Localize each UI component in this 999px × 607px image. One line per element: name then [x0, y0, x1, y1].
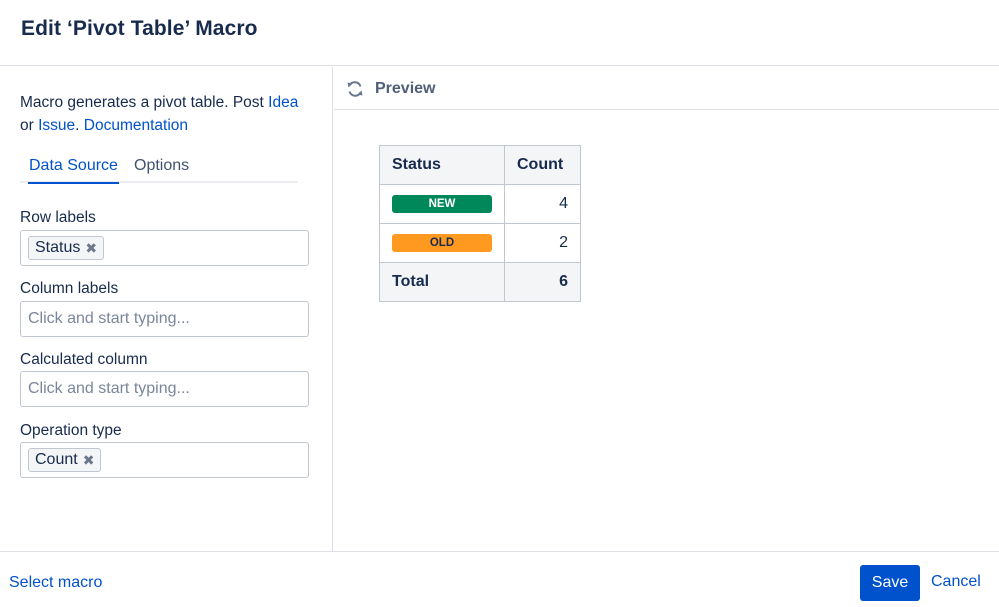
- column-labels-field: [20, 301, 309, 337]
- refresh-icon[interactable]: [345, 79, 365, 99]
- operation-type-field[interactable]: Count ✖: [20, 442, 309, 478]
- idea-link[interactable]: Idea: [268, 94, 298, 111]
- column-header-status: Status: [379, 145, 505, 185]
- dialog-title: Edit ‘Pivot Table’ Macro: [21, 17, 258, 40]
- status-lozenge-new: NEW: [392, 195, 492, 213]
- chip-label: Count: [35, 451, 78, 468]
- tab-options[interactable]: Options: [134, 157, 189, 181]
- close-icon[interactable]: ✖: [83, 449, 95, 471]
- status-cell: OLD: [379, 223, 505, 263]
- description-period: .: [75, 117, 80, 134]
- table-row: NEW 4: [379, 184, 581, 224]
- row-labels-label: Row labels: [20, 209, 96, 226]
- config-tabs: Data Source Options: [20, 155, 298, 184]
- cancel-button[interactable]: Cancel: [931, 573, 981, 591]
- count-cell: 2: [504, 223, 581, 263]
- preview-title: Preview: [375, 80, 436, 97]
- status-lozenge-old: OLD: [392, 234, 492, 252]
- table-row: OLD 2: [379, 223, 581, 263]
- dialog-header: Edit ‘Pivot Table’ Macro: [0, 0, 999, 66]
- count-cell: 4: [504, 184, 581, 224]
- table-total-row: Total 6: [379, 262, 581, 302]
- row-labels-field[interactable]: Status ✖: [20, 230, 309, 266]
- operation-type-chip: Count ✖: [28, 448, 102, 472]
- calculated-column-input[interactable]: [28, 378, 298, 400]
- column-labels-label: Column labels: [20, 280, 119, 297]
- issue-link[interactable]: Issue: [38, 117, 75, 134]
- macro-description: Macro generates a pivot table. Post Idea…: [20, 91, 320, 137]
- description-or: or: [20, 117, 39, 134]
- save-button[interactable]: Save: [860, 565, 920, 601]
- calculated-column-field: [20, 371, 309, 407]
- column-header-count: Count: [504, 145, 581, 185]
- pivot-table: Status Count NEW 4 OLD 2 Total 6: [379, 145, 581, 302]
- total-label: Total: [379, 262, 505, 302]
- config-panel: Macro generates a pivot table. Post Idea…: [0, 67, 333, 551]
- close-icon[interactable]: ✖: [85, 237, 97, 259]
- total-count: 6: [504, 262, 581, 302]
- status-cell: NEW: [379, 184, 505, 224]
- calculated-column-label: Calculated column: [20, 351, 148, 368]
- select-macro-link[interactable]: Select macro: [9, 574, 102, 592]
- tab-data-source[interactable]: Data Source: [28, 157, 119, 184]
- table-header-row: Status Count: [379, 145, 581, 185]
- row-label-chip: Status ✖: [28, 236, 105, 260]
- column-labels-input[interactable]: [28, 308, 298, 330]
- dialog-footer: Select macro Save Cancel: [0, 551, 999, 607]
- description-text: Macro generates a pivot table. Post: [20, 94, 269, 111]
- chip-label: Status: [35, 239, 81, 256]
- documentation-link[interactable]: Documentation: [84, 117, 188, 134]
- operation-type-label: Operation type: [20, 422, 122, 439]
- preview-bar: Preview: [334, 67, 999, 110]
- preview-panel: Preview Status Count NEW 4 OLD 2 Total 6: [334, 67, 999, 551]
